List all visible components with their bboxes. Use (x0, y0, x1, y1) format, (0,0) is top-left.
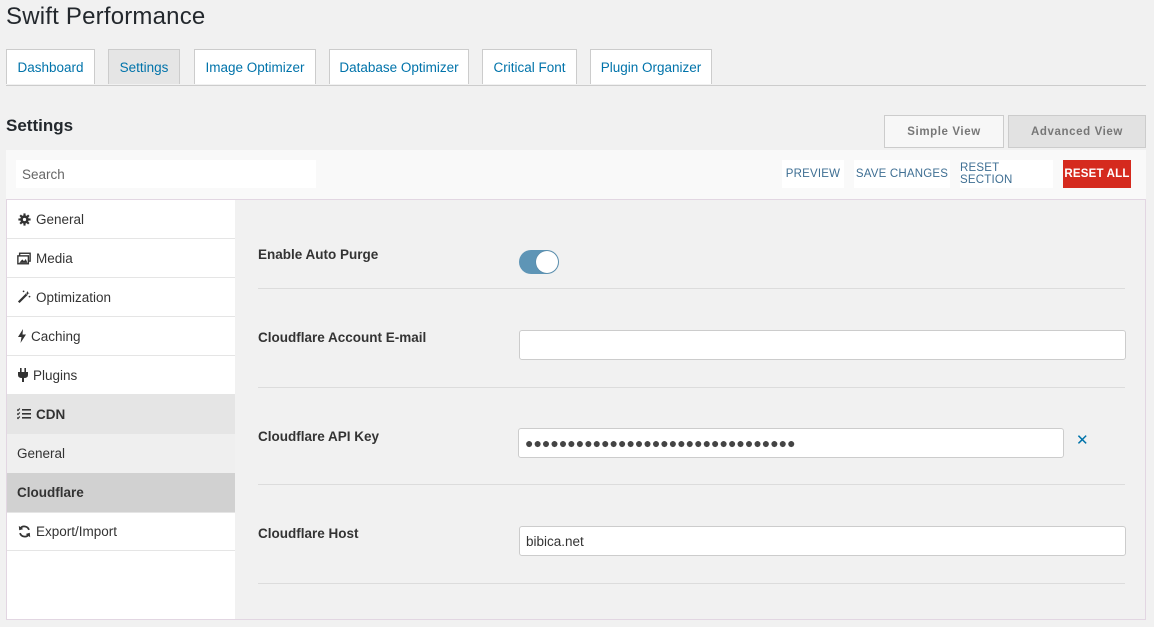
email-row: Cloudflare Account E-mail (258, 289, 1126, 388)
auto-purge-row: Enable Auto Purge (258, 200, 1125, 289)
settings-toolbar: PREVIEW SAVE CHANGES RESET SECTION RESET… (6, 150, 1146, 199)
sidebar-item-label: Media (36, 250, 73, 266)
tab-critical-font[interactable]: Critical Font (482, 49, 577, 84)
sidebar-item-cdn[interactable]: CDN (7, 395, 235, 434)
plug-icon (17, 368, 28, 382)
sidebar-item-label: Cloudflare (17, 485, 84, 500)
cloudflare-settings: Enable Auto Purge Cloudflare Account E-m… (235, 200, 1145, 619)
tab-image-optimizer[interactable]: Image Optimizer (194, 49, 316, 84)
gear-icon (17, 212, 31, 226)
tab-plugin-organizer[interactable]: Plugin Organizer (590, 49, 712, 84)
tab-database-optimizer[interactable]: Database Optimizer (329, 49, 469, 84)
cloudflare-api-key-field[interactable]: ●●●●●●●●●●●●●●●●●●●●●●●●●●●●●●●● (518, 428, 1064, 458)
list-check-icon (17, 407, 31, 421)
bolt-icon (17, 329, 26, 343)
sidebar-item-export-import[interactable]: Export/Import (7, 512, 235, 551)
save-changes-button[interactable]: SAVE CHANGES (854, 160, 950, 188)
page-title: Swift Performance (6, 3, 206, 30)
toggle-knob (536, 251, 558, 273)
sidebar-subitem-cloudflare[interactable]: Cloudflare (7, 473, 235, 512)
settings-sidebar: General Media Optimization Caching Plugi… (7, 200, 235, 619)
tab-dashboard[interactable]: Dashboard (6, 49, 95, 84)
api-key-masked-value: ●●●●●●●●●●●●●●●●●●●●●●●●●●●●●●●● (525, 435, 796, 451)
refresh-icon (17, 525, 31, 539)
auto-purge-label: Enable Auto Purge (258, 247, 379, 262)
host-row: Cloudflare Host bibica.net (258, 485, 1126, 584)
cloudflare-api-key-label: Cloudflare API Key (258, 429, 380, 444)
sidebar-item-label: Export/Import (36, 524, 118, 539)
settings-heading: Settings (6, 116, 74, 135)
tab-settings[interactable]: Settings (108, 49, 180, 84)
api-key-row: Cloudflare API Key ●●●●●●●●●●●●●●●●●●●●●… (258, 388, 1125, 485)
reset-all-button[interactable]: RESET ALL (1063, 160, 1131, 188)
cloudflare-host-field[interactable]: bibica.net (519, 526, 1126, 556)
search-input[interactable] (16, 160, 316, 188)
sidebar-item-label: General (17, 446, 66, 461)
preview-button[interactable]: PREVIEW (782, 160, 844, 188)
cloudflare-email-label: Cloudflare Account E-mail (258, 330, 427, 345)
sidebar-item-label: Plugins (33, 367, 78, 383)
sidebar-item-media[interactable]: Media (7, 239, 235, 278)
sidebar-subitem-cdn-general[interactable]: General (7, 434, 235, 473)
advanced-view-button[interactable]: Advanced View (1008, 115, 1146, 148)
cloudflare-host-label: Cloudflare Host (258, 526, 359, 541)
settings-panel: General Media Optimization Caching Plugi… (6, 199, 1146, 620)
reset-section-button[interactable]: RESET SECTION (960, 160, 1053, 188)
sidebar-item-label: Caching (31, 328, 81, 344)
simple-view-button[interactable]: Simple View (884, 115, 1004, 148)
sidebar-item-plugins[interactable]: Plugins (7, 356, 235, 395)
cloudflare-email-field[interactable] (519, 330, 1126, 360)
magic-wand-icon (17, 290, 31, 304)
images-icon (17, 251, 31, 265)
auto-purge-toggle[interactable] (519, 250, 559, 274)
clear-api-key-icon[interactable]: ✕ (1076, 431, 1089, 449)
sidebar-item-label: CDN (36, 406, 66, 422)
sidebar-item-caching[interactable]: Caching (7, 317, 235, 356)
tab-bar: Dashboard Settings Image Optimizer Datab… (6, 49, 1146, 86)
sidebar-item-general[interactable]: General (7, 200, 235, 239)
sidebar-item-optimization[interactable]: Optimization (7, 278, 235, 317)
sidebar-item-label: General (36, 211, 85, 227)
sidebar-item-label: Optimization (36, 289, 112, 305)
